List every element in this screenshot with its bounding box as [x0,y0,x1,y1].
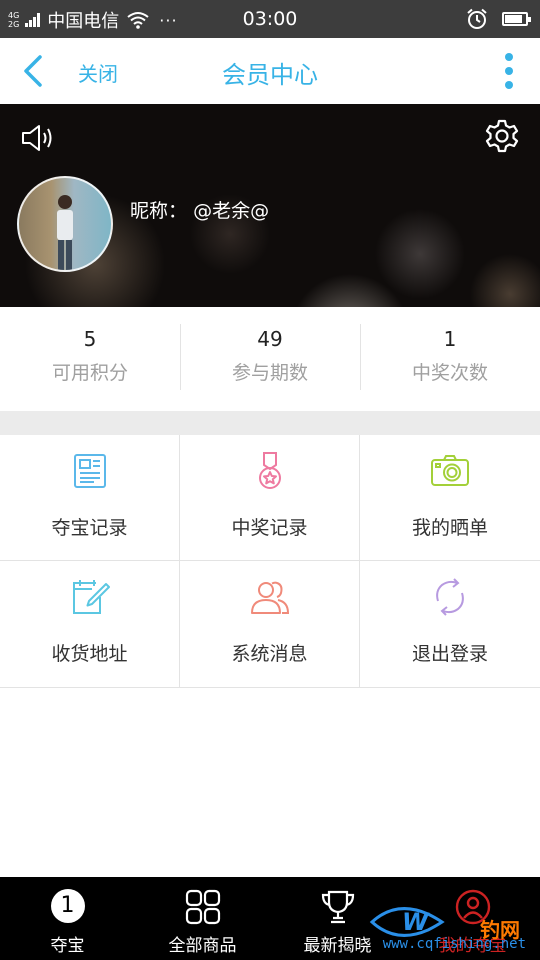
menu-item-win-records[interactable]: 中奖记录 [180,435,360,561]
gear-icon[interactable] [484,118,520,154]
page-title: 会员中心 [222,61,318,89]
bottom-tab-bar: 1 夺宝 全部商品 最新揭晓 我的夺宝 [0,877,540,960]
stat-wins[interactable]: 1 中奖次数 [360,307,540,411]
document-icon [74,454,106,488]
stat-label: 可用积分 [51,362,128,384]
trophy-icon [321,890,354,924]
stat-value: 1 [443,327,457,351]
tab-my-treasure[interactable]: 我的夺宝 [405,877,540,960]
grid-icon [185,889,220,925]
status-bar: 4G 2G 中国电信 ··· 03:00 [0,0,540,38]
profile-banner: 昵称： @老余@ [0,104,540,307]
medal-icon [259,452,281,489]
tab-latest-results[interactable]: 最新揭晓 [270,877,405,960]
menu-item-my-shares[interactable]: 我的晒单 [360,435,540,561]
stat-label: 参与期数 [231,362,308,384]
stats-row: 5 可用积分 49 参与期数 1 中奖次数 [0,307,540,411]
tab-treasure[interactable]: 1 夺宝 [0,877,135,960]
stat-points[interactable]: 5 可用积分 [0,307,180,411]
nickname-label: 昵称： [130,200,188,222]
nav-bar: 关闭 会员中心 [0,38,540,104]
section-divider [0,411,540,435]
stat-value: 49 [257,327,283,351]
speaker-icon[interactable] [20,122,56,154]
stat-value: 5 [83,327,97,351]
stat-participations[interactable]: 49 参与期数 [180,307,360,411]
status-right [466,8,531,30]
menu-item-label: 我的晒单 [411,517,488,539]
home-number-icon: 1 [50,889,85,923]
more-vertical-icon[interactable] [502,52,516,90]
status-time: 03:00 [242,8,298,30]
nickname: 昵称： @老余@ [130,196,269,223]
tab-all-products[interactable]: 全部商品 [135,877,270,960]
avatar[interactable] [17,176,113,272]
alarm-icon [467,8,487,29]
battery-level [505,15,522,23]
menu-item-label: 中奖记录 [231,517,308,539]
battery-icon [502,12,531,26]
menu-item-label: 系统消息 [231,643,308,665]
menu-item-shipping-address[interactable]: 收货地址 [0,561,180,687]
tab-label: 我的夺宝 [438,936,507,956]
nickname-value: @老余@ [193,200,270,222]
menu-item-logout[interactable]: 退出登录 [360,561,540,687]
tab-label: 最新揭晓 [303,936,372,956]
menu-grid: 夺宝记录 中奖记录 我的晒单 收货地址 系统消息 退出登录 [0,435,540,688]
user-icon [455,889,490,925]
menu-item-label: 收货地址 [51,643,128,665]
menu-item-treasure-records[interactable]: 夺宝记录 [0,435,180,561]
menu-item-label: 退出登录 [411,643,488,665]
avatar-photo [57,195,73,270]
menu-item-system-messages[interactable]: 系统消息 [180,561,360,687]
stat-label: 中奖次数 [411,362,488,384]
camera-icon [431,455,469,486]
edit-note-icon [73,580,110,614]
menu-item-label: 夺宝记录 [51,517,128,539]
users-icon [251,581,290,614]
refresh-icon [436,578,464,616]
tab-label: 夺宝 [50,936,85,956]
tab-label: 全部商品 [168,936,237,956]
